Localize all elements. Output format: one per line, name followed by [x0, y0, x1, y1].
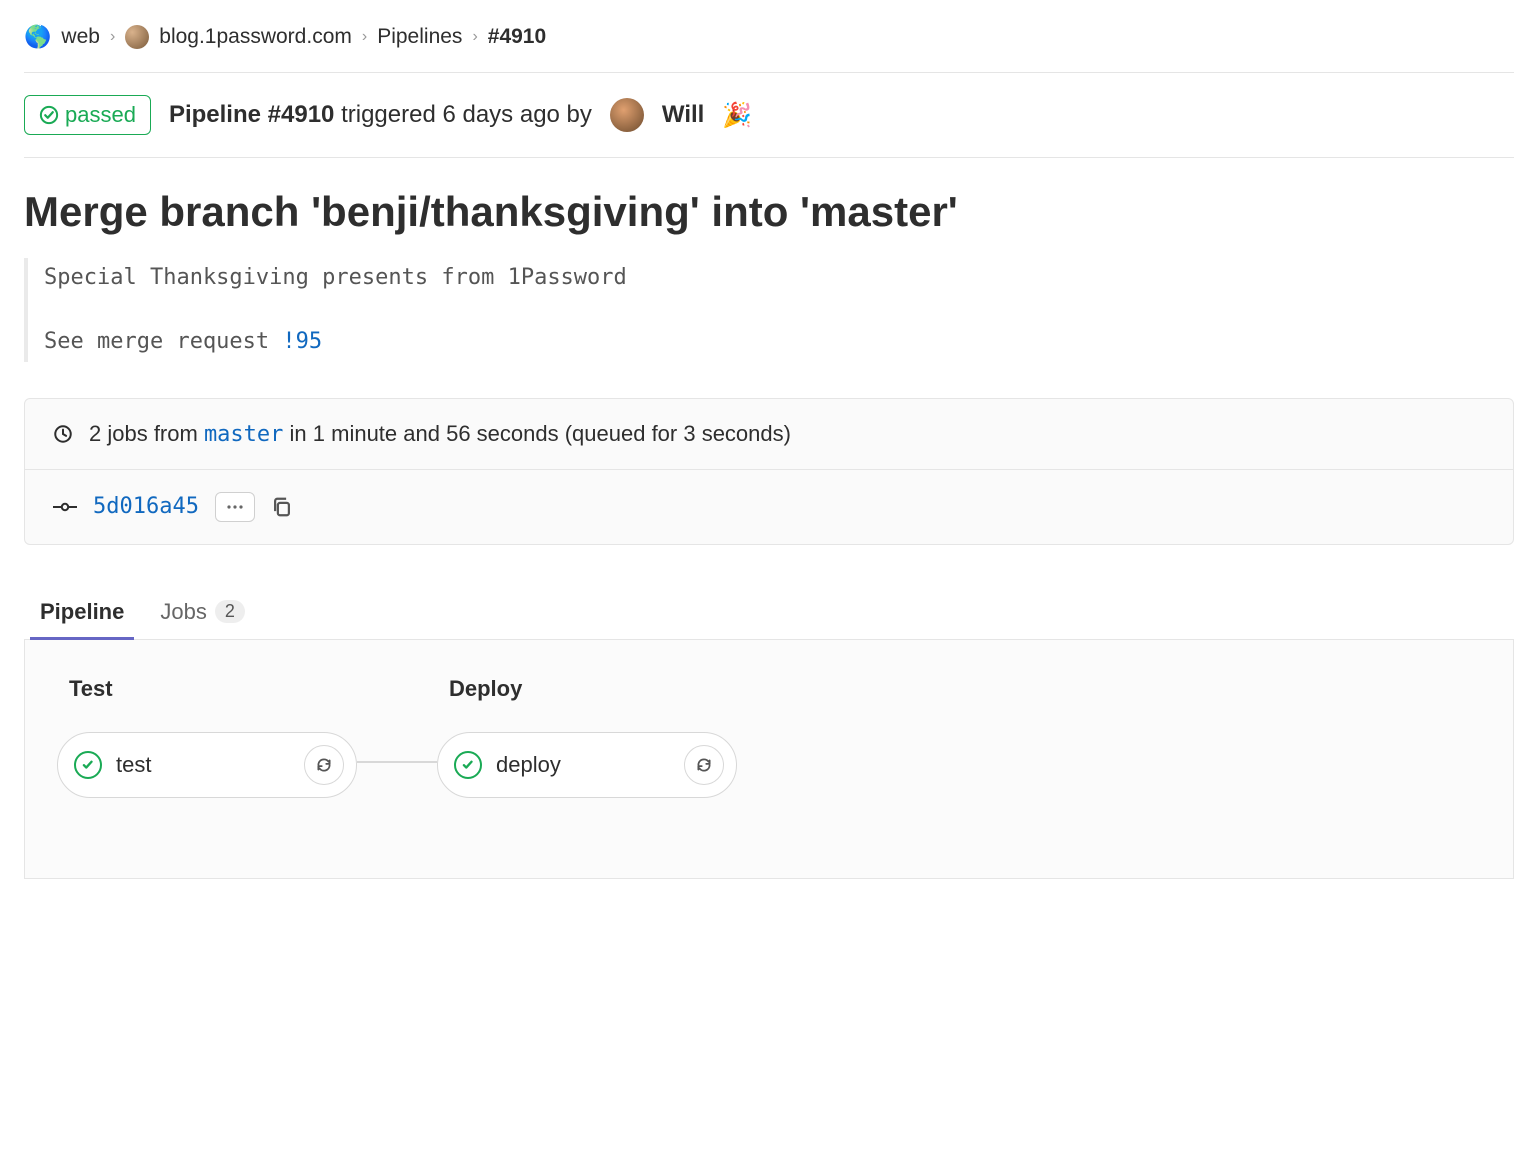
tab-jobs[interactable]: Jobs 2	[156, 585, 249, 639]
chevron-right-icon: ›	[472, 28, 477, 46]
breadcrumb-current: #4910	[488, 25, 546, 49]
branch-link[interactable]: master	[204, 422, 283, 447]
commit-sha-row: 5d016a45	[25, 470, 1513, 544]
pipeline-title: Pipeline #4910 triggered 6 days ago by	[169, 101, 592, 129]
commit-message: Special Thanksgiving presents from 1Pass…	[24, 258, 1514, 362]
party-popper-icon: 🎉	[722, 101, 752, 130]
stage-name: Deploy	[437, 676, 737, 702]
commit-title: Merge branch 'benji/thanksgiving' into '…	[24, 188, 1514, 236]
copy-icon[interactable]	[271, 496, 293, 518]
job-name: test	[116, 752, 290, 778]
commit-icon	[53, 495, 77, 519]
retry-icon	[315, 756, 333, 774]
tab-pipeline[interactable]: Pipeline	[36, 585, 128, 639]
commit-sha-link[interactable]: 5d016a45	[93, 494, 199, 519]
breadcrumb-project[interactable]: blog.1password.com	[159, 25, 352, 49]
job-name: deploy	[496, 752, 670, 778]
breadcrumb: 🌎 web › blog.1password.com › Pipelines ›…	[24, 24, 1514, 73]
status-label: passed	[65, 102, 136, 128]
clock-icon	[53, 424, 73, 444]
pipeline-info-box: 2 jobs from master in 1 minute and 56 se…	[24, 398, 1514, 545]
jobs-summary-row: 2 jobs from master in 1 minute and 56 se…	[25, 399, 1513, 470]
job-deploy[interactable]: deploy	[437, 732, 737, 798]
chevron-right-icon: ›	[110, 28, 115, 46]
stage-test: Test test	[57, 676, 357, 798]
retry-icon	[695, 756, 713, 774]
breadcrumb-group[interactable]: web	[61, 25, 100, 49]
retry-button[interactable]	[684, 745, 724, 785]
project-avatar-icon	[125, 25, 149, 49]
pipeline-graph: Test test Deploy deplo	[24, 640, 1514, 879]
stage-connector	[357, 761, 437, 763]
job-test[interactable]: test	[57, 732, 357, 798]
status-badge[interactable]: passed	[24, 95, 151, 135]
stage-deploy: Deploy deploy	[437, 676, 737, 798]
retry-button[interactable]	[304, 745, 344, 785]
expand-button[interactable]	[215, 492, 255, 522]
user-avatar[interactable]	[610, 98, 644, 132]
chevron-right-icon: ›	[362, 28, 367, 46]
commit-message-line: See merge request !95	[44, 326, 1514, 358]
pipeline-header: passed Pipeline #4910 triggered 6 days a…	[24, 73, 1514, 158]
commit-message-line: Special Thanksgiving presents from 1Pass…	[44, 262, 1514, 294]
globe-icon: 🌎	[24, 24, 51, 50]
stage-name: Test	[57, 676, 357, 702]
tabs: Pipeline Jobs 2	[24, 585, 1514, 640]
merge-request-link[interactable]: !95	[282, 329, 322, 354]
check-circle-icon	[39, 105, 59, 125]
jobs-count-badge: 2	[215, 600, 245, 623]
jobs-summary-text: 2 jobs from master in 1 minute and 56 se…	[89, 421, 791, 447]
ellipsis-icon	[226, 498, 244, 516]
breadcrumb-section[interactable]: Pipelines	[377, 25, 462, 49]
job-status-passed-icon	[74, 751, 102, 779]
user-name[interactable]: Will	[662, 101, 704, 129]
job-status-passed-icon	[454, 751, 482, 779]
